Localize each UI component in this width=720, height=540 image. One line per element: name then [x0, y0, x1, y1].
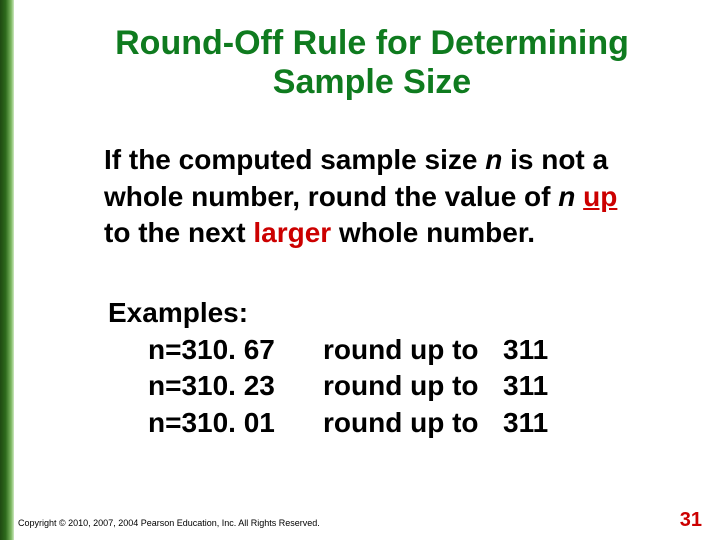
rule-text-1: If the computed sample size: [104, 144, 485, 175]
example-lhs: n=310. 01: [108, 405, 323, 441]
example-row: n=310. 67 round up to 311: [108, 332, 690, 368]
rule-var-n-1: n: [485, 144, 502, 175]
slide-title: Round-Off Rule for Determining Sample Si…: [74, 24, 670, 102]
example-rhs: 311: [503, 405, 573, 441]
slide-body: Round-Off Rule for Determining Sample Si…: [14, 0, 720, 540]
examples-block: Examples: n=310. 67 round up to 311 n=31…: [108, 295, 690, 441]
example-mid: round up to: [323, 368, 503, 404]
example-lhs: n=310. 23: [108, 368, 323, 404]
example-row: n=310. 23 round up to 311: [108, 368, 690, 404]
rule-paragraph: If the computed sample size n is not a w…: [104, 142, 650, 251]
page-number: 31: [680, 509, 702, 532]
example-mid: round up to: [323, 332, 503, 368]
example-rhs: 311: [503, 368, 573, 404]
example-rhs: 311: [503, 332, 573, 368]
rule-larger: larger: [253, 217, 331, 248]
rule-var-n-2: n: [558, 181, 575, 212]
rule-text-5: whole number.: [331, 217, 535, 248]
rule-text-3: [575, 181, 583, 212]
examples-heading: Examples:: [108, 295, 690, 331]
left-gradient-edge: [0, 0, 14, 540]
example-mid: round up to: [323, 405, 503, 441]
rule-text-4: to the next: [104, 217, 253, 248]
example-lhs: n=310. 67: [108, 332, 323, 368]
rule-up: up: [583, 181, 617, 212]
copyright-text: Copyright © 2010, 2007, 2004 Pearson Edu…: [18, 518, 320, 528]
example-row: n=310. 01 round up to 311: [108, 405, 690, 441]
